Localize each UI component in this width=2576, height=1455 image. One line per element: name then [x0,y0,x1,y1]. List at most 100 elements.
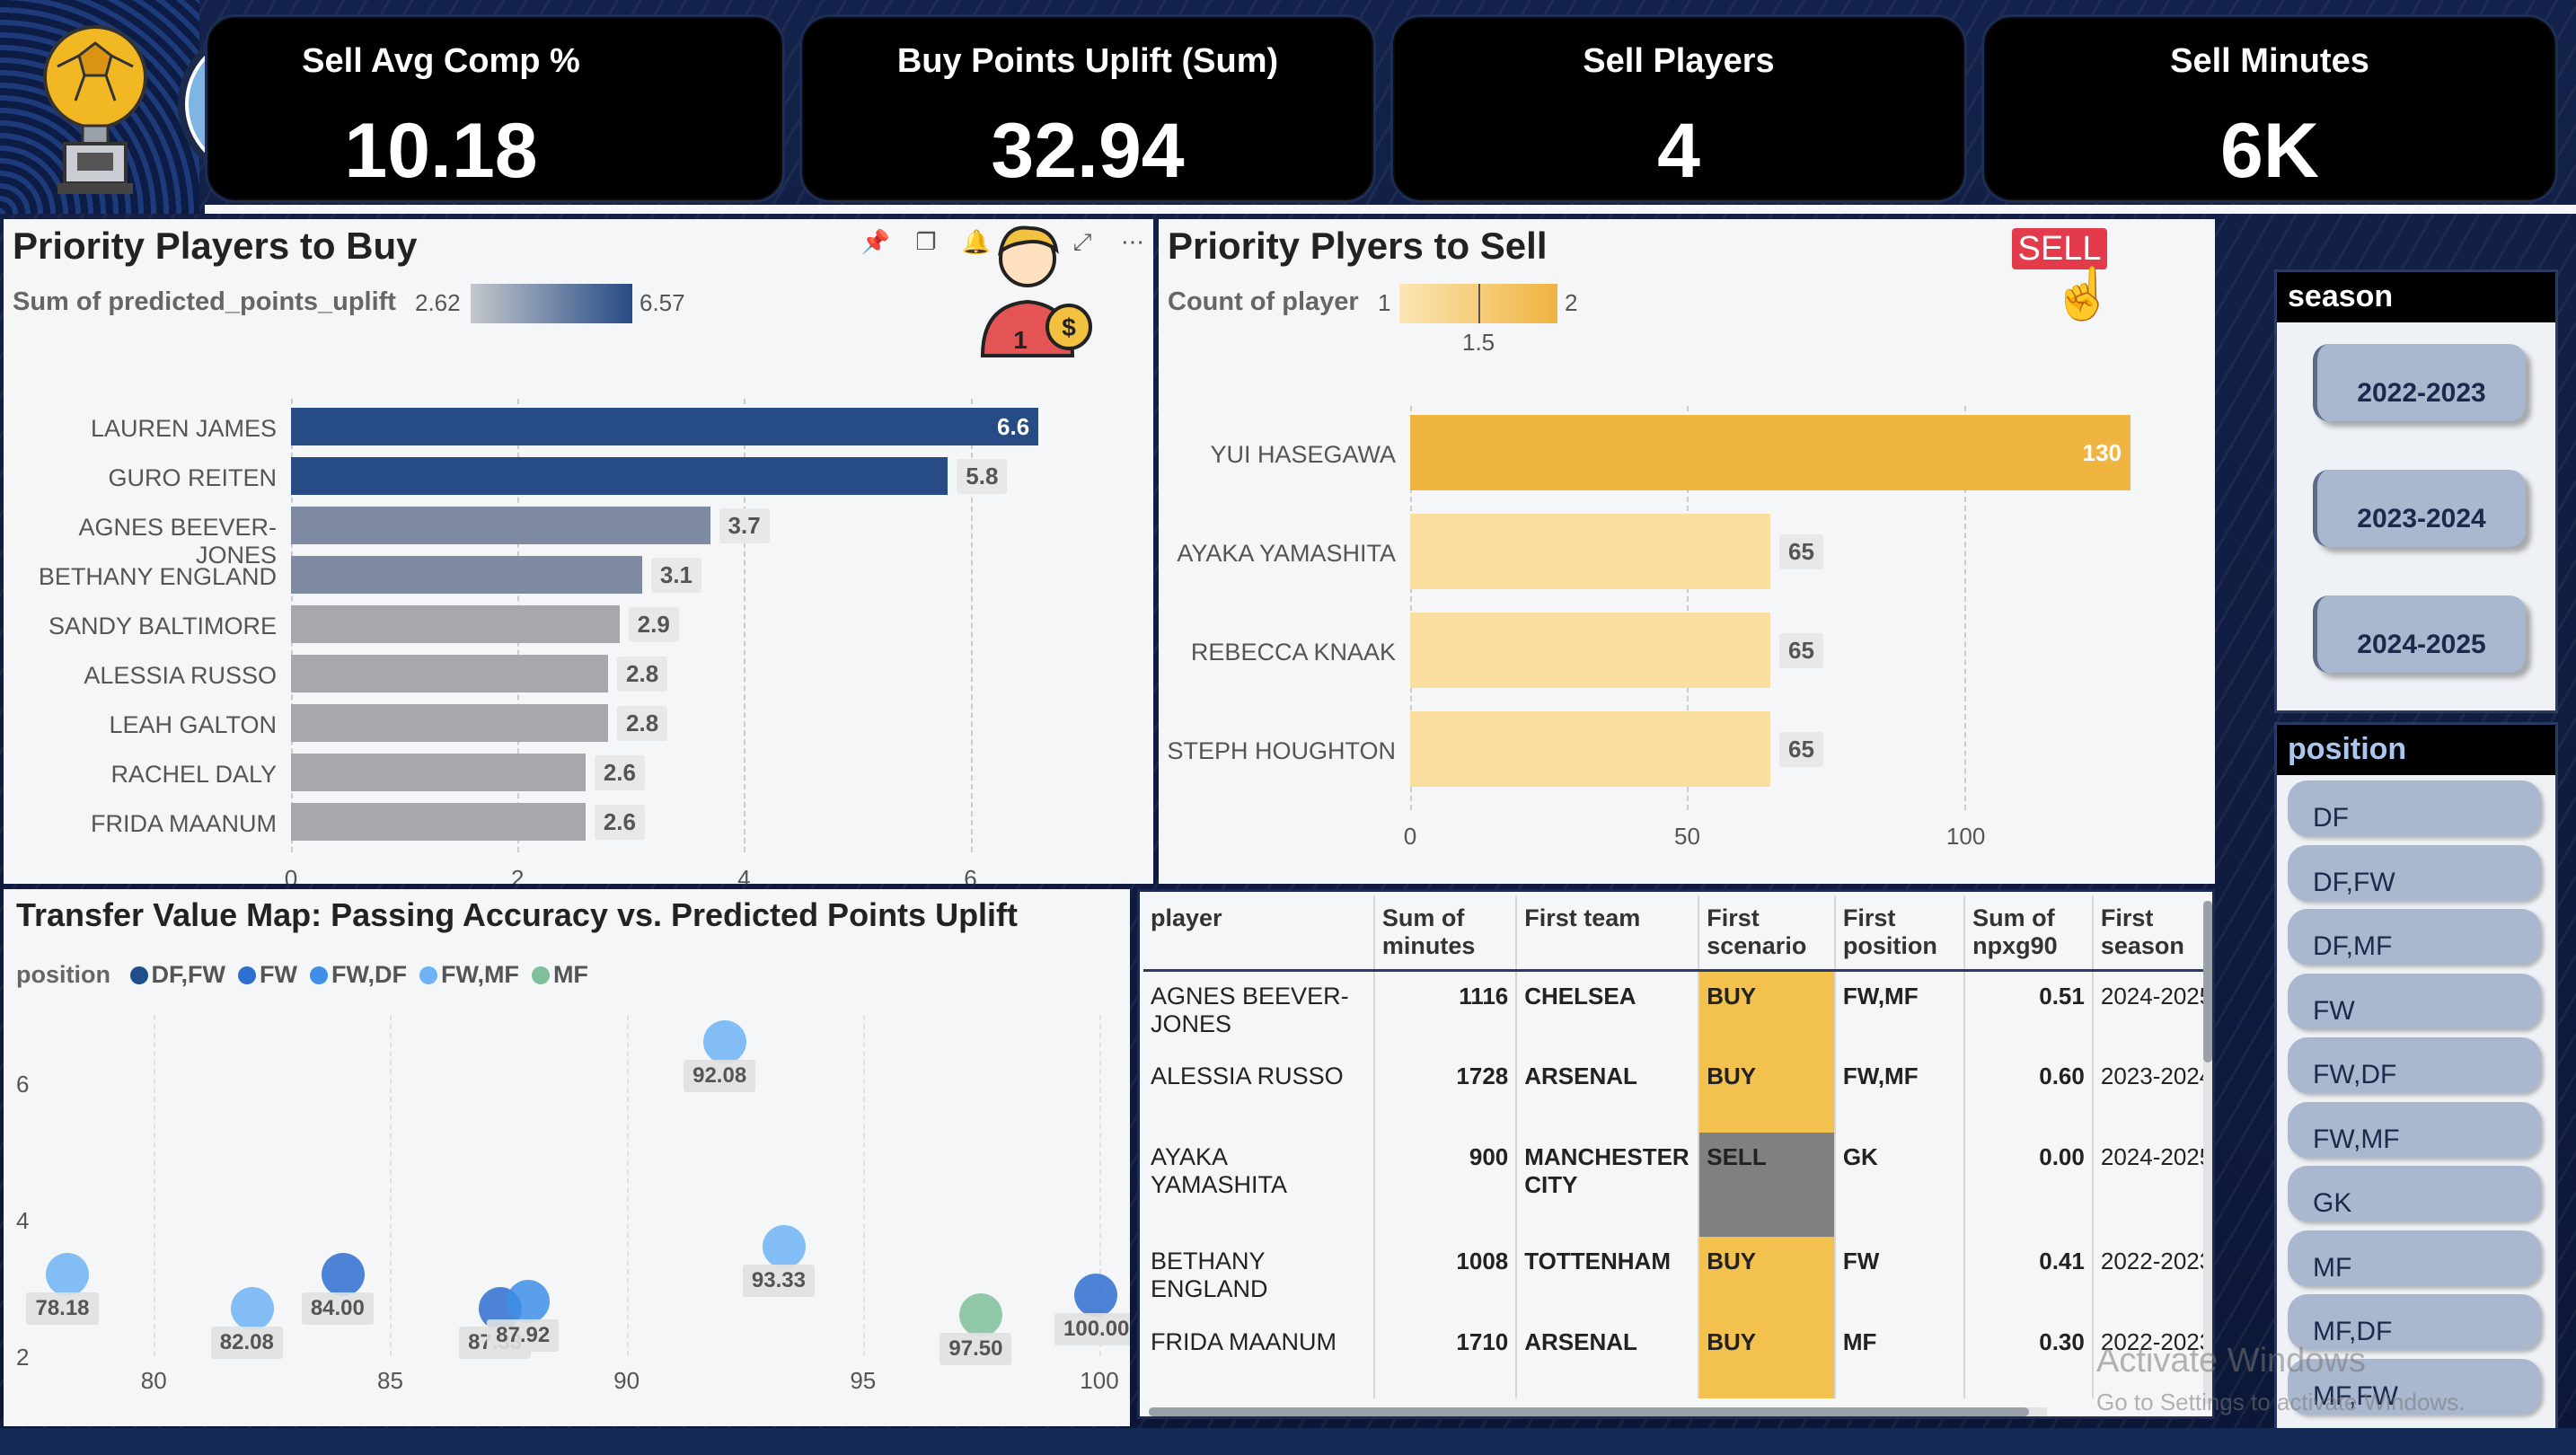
position-option[interactable]: FW,DF [2288,1037,2541,1093]
scrollbar-thumb[interactable] [2203,901,2212,1063]
season-option[interactable]: 2022-2023 [2313,344,2526,421]
position-option[interactable]: GK [2288,1166,2541,1221]
kpi-card-sell-players[interactable]: Sell Players 4 [1390,14,1967,203]
bar[interactable] [291,754,586,791]
scatter-point[interactable] [1074,1273,1117,1317]
table-row[interactable]: FRIDA MAANUM 1710 ARSENAL BUY MF 0.30 2022-202… [1143,1317,2212,1398]
bar[interactable] [1410,415,2130,490]
bar[interactable] [291,408,1039,445]
legend-item[interactable]: FW [237,961,297,988]
x-tick-label: 0 [1403,823,1417,850]
table-cell: BETHANY ENGLAND [1151,1247,1268,1302]
legend-item[interactable]: FW,DF [309,961,407,988]
legend-item[interactable]: DF,FW [129,961,225,988]
position-option[interactable]: FW [2288,973,2541,1029]
legend-max: 6.57 [640,289,685,316]
column-header[interactable]: First scenario [1698,895,1835,972]
table-cell: MF [1833,1317,1965,1398]
bar[interactable] [291,704,609,742]
scatter-chart[interactable]: 8085909510024678.1882.0884.0087.3387.929… [4,1006,1130,1426]
scatter-point[interactable] [703,1020,747,1064]
scatter-chart-panel[interactable]: Transfer Value Map: Passing Accuracy vs.… [4,889,1130,1426]
table-row[interactable]: AGNES BEEVER-JONES 1116 CHELSEA BUY FW,MF 0.5… [1143,970,2212,1052]
table-cell: ARSENAL [1515,1051,1699,1133]
kpi-card-sell-avg-comp[interactable]: Sell Avg Comp % 10.18 [205,14,785,203]
table-row[interactable]: AYAKA YAMASHITA 900 MANCHESTER CITY SELL GK 0… [1143,1132,2212,1237]
bottom-strip [0,1428,2576,1455]
table-cell: 900 [1372,1132,1517,1237]
table-cell: FW,MF [1833,1051,1965,1133]
position-option[interactable]: MF [2288,1230,2541,1286]
legend-swatch [531,966,550,984]
table-cell: 1116 [1372,970,1517,1052]
bar[interactable] [291,457,948,495]
buy-chart-panel[interactable]: Priority Players to Buy Sum of predicted… [4,219,1153,884]
table-cell: 0.00 [1963,1132,2093,1237]
column-header[interactable]: player [1143,895,1374,972]
data-label: 3.7 [719,508,770,543]
scrollbar-thumb[interactable] [1149,1407,2029,1416]
position-option[interactable]: DF [2288,780,2541,836]
season-slicer[interactable]: season 2022-2023 2023-2024 2024-2025 [2274,269,2558,713]
bar[interactable] [291,803,586,841]
scatter-point[interactable] [762,1225,806,1269]
category-label: SANDY BALTIMORE [48,613,277,639]
category-label: LAUREN JAMES [90,415,277,442]
scatter-point[interactable] [46,1252,90,1296]
column-header[interactable]: Sum of npxg90 [1963,895,2093,972]
legend-swatch [309,966,328,984]
panel-title: Priority Players to Buy [13,225,418,267]
category-label: GURO REITEN [108,464,277,491]
scatter-point[interactable] [230,1286,274,1330]
scatter-point[interactable] [959,1293,1003,1337]
player-table[interactable]: player Sum of minutes First team First scen… [1143,895,2212,1398]
season-option[interactable]: 2023-2024 [2313,470,2526,547]
svg-text:1: 1 [1013,326,1028,354]
bar[interactable] [1410,613,1770,688]
kpi-card-buy-points-uplift[interactable]: Buy Points Uplift (Sum) 32.94 [799,14,1376,203]
bar[interactable] [291,556,642,594]
table-row[interactable]: BETHANY ENGLAND 1008 TOTTENHAM BUY FW 0.41 202… [1143,1236,2212,1318]
legend-item[interactable]: MF [531,961,588,988]
table-row[interactable]: ALESSIA RUSSO 1728 ARSENAL BUY FW,MF 0.60 2023… [1143,1051,2212,1133]
hand-pointer-icon: ☝ [2051,265,2114,322]
bar[interactable] [1410,711,1770,787]
bar[interactable] [291,507,710,544]
category-label: RACHEL DALY [110,761,277,788]
scatter-point[interactable] [507,1280,551,1324]
pin-icon[interactable]: 📌 [859,225,893,259]
x-tick-label: 85 [376,1367,403,1394]
kpi-card-sell-minutes[interactable]: Sell Minutes 6K [1981,14,2558,203]
column-header[interactable]: First position [1833,895,1965,972]
x-tick-label: 100 [1080,1367,1119,1394]
table-cell: BUY [1698,970,1835,1052]
column-header[interactable]: Sum of minutes [1372,895,1517,972]
position-option[interactable]: DF,MF [2288,909,2541,965]
legend-item-label: MF [552,961,588,988]
sell-bar-chart[interactable]: 0 50 100 YUI HASEGAWA 130 AYAKA YAMASHITA 65 RE… [1159,354,2215,884]
kpi-value: 10.18 [344,108,538,194]
table-cell: BUY [1698,1317,1835,1398]
more-options-icon[interactable]: ⋯ [1116,225,1150,259]
panel-title: Transfer Value Map: Passing Accuracy vs.… [16,896,1019,933]
copy-icon[interactable]: ❐ [909,225,943,259]
table-cell: FRIDA MAANUM [1151,1327,1337,1355]
legend-item[interactable]: FW,MF [419,961,519,988]
scatter-point[interactable] [321,1252,365,1296]
position-option[interactable]: FW,MF [2288,1101,2541,1158]
table-cell: 0.51 [1963,970,2093,1052]
season-option[interactable]: 2024-2025 [2313,595,2526,673]
player-table-panel[interactable]: player Sum of minutes First team First scen… [1137,889,2215,1419]
bar[interactable] [1410,514,1770,589]
bar[interactable] [291,605,620,643]
table-horizontal-scrollbar[interactable] [1149,1407,2047,1416]
data-label: 65 [1779,633,1823,668]
buy-bar-chart[interactable]: 0 2 4 6 LAUREN JAMES 6.6 GURO REITEN 5.8 AGNES B… [4,354,1153,884]
table-scrollbar[interactable] [2203,901,2212,1404]
column-header[interactable]: First team [1515,895,1699,972]
bar[interactable] [291,655,609,692]
sell-chart-panel[interactable]: Priority Plyers to Sell Count of player … [1159,219,2215,884]
legend-swatch [419,966,437,984]
column-header[interactable]: First season [2091,895,2212,972]
position-option[interactable]: DF,FW [2288,844,2541,901]
